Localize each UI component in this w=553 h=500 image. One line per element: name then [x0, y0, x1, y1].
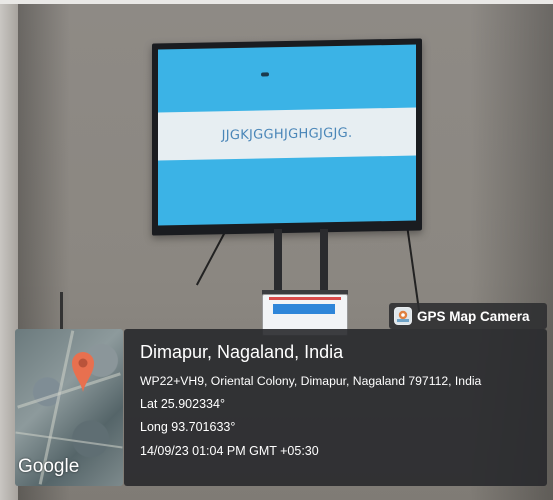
address-text: WP22+VH9, Oriental Colony, Dimapur, Naga…	[140, 374, 482, 388]
latitude-text: Lat 25.902334°	[140, 397, 225, 411]
screen-text-band: JJGKJGGHJGHGJGJG.	[158, 107, 416, 161]
tv-screen: JJGKJGGHJGHGJGJG.	[158, 44, 416, 226]
screen-indicator	[261, 72, 269, 77]
location-title: Dimapur, Nagaland, India	[140, 342, 344, 362]
device-label-bar	[273, 304, 335, 314]
gps-camera-icon	[394, 307, 412, 325]
device-strip	[269, 297, 341, 300]
stand-pole-left	[274, 229, 282, 299]
gps-map-camera-badge: GPS Map Camera	[389, 303, 547, 329]
google-logo: Google	[18, 456, 80, 477]
map-road	[17, 372, 121, 409]
map-thumbnail: Google	[15, 329, 123, 486]
longitude-text: Long 93.701633°	[140, 420, 236, 434]
tv-monitor: JJGKJGGHJGHGJGJG.	[152, 38, 422, 236]
stand-pole-right	[320, 229, 328, 299]
gps-info-panel: Dimapur, Nagaland, India WP22+VH9, Orien…	[124, 329, 547, 486]
datetime-text: 14/09/23 01:04 PM GMT +05:30	[140, 444, 319, 458]
photo-scene: JJGKJGGHJGHGJGJG. GPS Map Camera Google …	[0, 0, 553, 500]
top-border	[0, 0, 553, 4]
app-name: GPS Map Camera	[417, 308, 530, 324]
map-pin-icon	[70, 349, 96, 398]
screen-text: JJGKJGGHJGHGJGJG.	[221, 125, 353, 143]
map-road	[15, 431, 123, 449]
wall-cable	[60, 292, 63, 332]
